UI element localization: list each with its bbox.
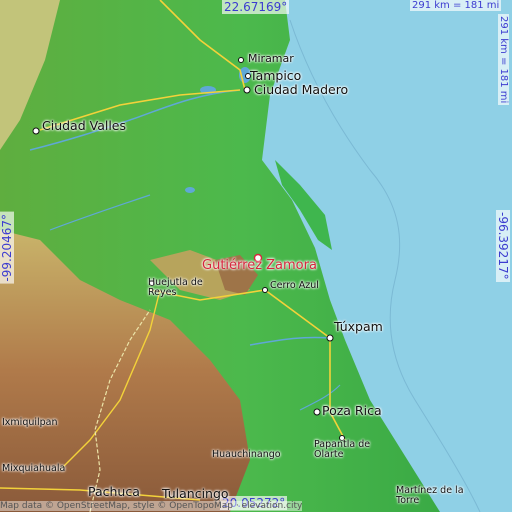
selected-location-label[interactable]: Gutiérrez Zamora <box>202 258 317 273</box>
city-poza-rica[interactable]: Poza Rica <box>322 404 382 417</box>
coord-top: 22.67169° <box>222 0 290 14</box>
map-credit: Map data © OpenStreetMap, style © OpenTo… <box>0 501 303 511</box>
city-mixquiahuala[interactable]: Mixquiahuala <box>2 464 65 474</box>
city-pachuca[interactable]: Pachuca <box>88 485 140 498</box>
city-martinez-de-la-torre[interactable]: Martínez de la Torre <box>396 486 476 506</box>
city-ixmiquilpan[interactable]: Ixmiquilpan <box>2 418 58 428</box>
city-papantla[interactable]: Papantla de Olarte <box>314 440 384 460</box>
city-miramar[interactable]: Miramar <box>248 53 294 65</box>
coord-left: -99.20467° <box>0 212 14 284</box>
scale-right: 291 km = 181 mi <box>498 14 509 106</box>
city-tampico[interactable]: Tampico <box>250 69 301 82</box>
coord-right: -96.39217° <box>496 210 510 282</box>
city-huejutla[interactable]: Huejutla de Reyes <box>148 278 208 298</box>
city-tulancingo[interactable]: Tulancingo <box>162 487 229 500</box>
city-tuxpam[interactable]: Túxpam <box>334 320 383 333</box>
city-huauchinango[interactable]: Huauchinango <box>212 450 281 460</box>
city-ciudad-madero[interactable]: Ciudad Madero <box>254 83 348 96</box>
city-ciudad-valles[interactable]: Ciudad Valles <box>42 119 126 132</box>
city-cerro-azul[interactable]: Cerro Azul <box>270 281 319 291</box>
scale-top: 291 km = 181 mi <box>410 0 502 11</box>
map[interactable]: 22.67169° 20.05272° -99.20467° -96.39217… <box>0 0 512 512</box>
